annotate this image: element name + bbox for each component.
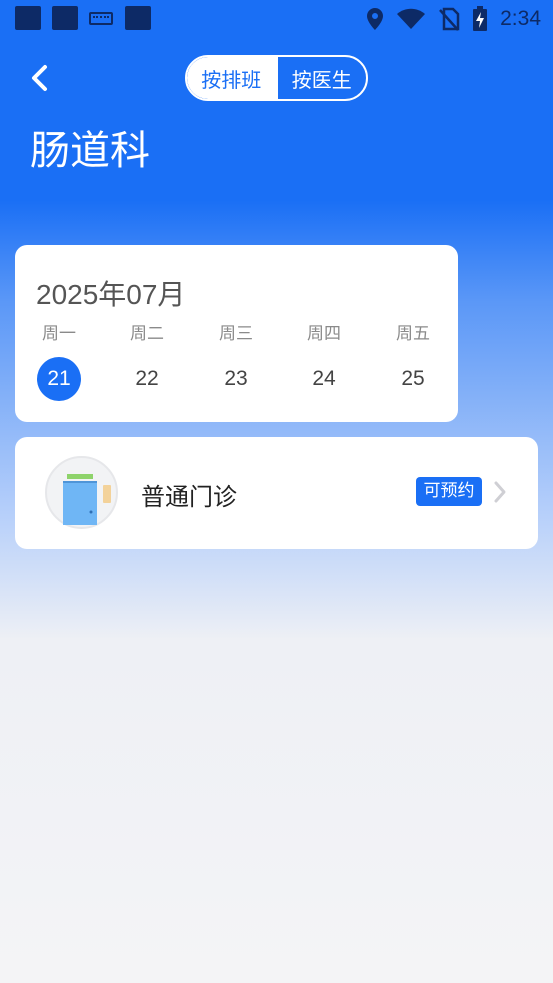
- day-number-selected: 21: [37, 357, 81, 401]
- clinic-item-general[interactable]: 普通门诊 可预约: [15, 437, 538, 549]
- door-icon: [63, 474, 111, 525]
- toggle-by-doctor[interactable]: 按医生: [275, 57, 367, 99]
- app-square-icon: [125, 6, 151, 30]
- battery-charging-icon: [473, 6, 488, 31]
- no-sim-icon: [439, 7, 460, 31]
- status-time: 2:34: [500, 7, 541, 30]
- clinic-name: 普通门诊: [141, 483, 237, 511]
- day-number: 25: [401, 367, 425, 390]
- view-toggle: 按排班 按医生: [185, 55, 368, 101]
- app-square-icon: [15, 6, 41, 30]
- calendar-day[interactable]: 周四 24: [289, 321, 359, 401]
- status-badge: 可预约: [416, 477, 482, 506]
- chevron-left-icon: [32, 65, 47, 91]
- back-button[interactable]: [24, 62, 54, 94]
- page-title: 肠道科: [30, 128, 150, 174]
- app-square-icon: [52, 6, 78, 30]
- location-icon: [367, 8, 384, 30]
- calendar-month: 2025年07月: [36, 279, 186, 310]
- weekday-label: 周二: [130, 324, 164, 344]
- day-number: 24: [312, 367, 336, 390]
- calendar-day[interactable]: 周五 25: [378, 321, 448, 401]
- weekday-label: 周五: [396, 324, 430, 344]
- calendar-day[interactable]: 周二 22: [112, 321, 182, 401]
- toggle-by-schedule[interactable]: 按排班: [187, 57, 276, 99]
- clinic-avatar: [45, 456, 118, 529]
- wifi-icon: [397, 8, 426, 29]
- day-number: 22: [135, 367, 159, 390]
- calendar-card: 2025年07月 周一 21 周二 22 周三 23 周四 24 周五 25: [15, 245, 458, 422]
- weekday-label: 周三: [219, 324, 253, 344]
- calendar-day[interactable]: 周一 21: [24, 321, 94, 401]
- status-bar: 2:34: [0, 0, 553, 38]
- chevron-right-icon: [494, 481, 506, 503]
- calendar-day[interactable]: 周三 23: [201, 321, 271, 401]
- weekday-label: 周四: [307, 324, 341, 344]
- keyboard-icon: [89, 12, 113, 25]
- weekday-label: 周一: [42, 324, 76, 344]
- day-number: 23: [224, 367, 248, 390]
